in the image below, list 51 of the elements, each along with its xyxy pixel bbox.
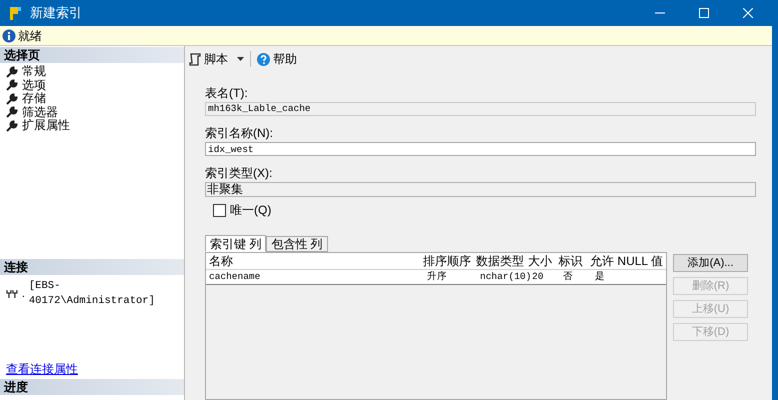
table-name-field: mh163k_Lable_cache [205, 102, 756, 116]
wrench-icon [6, 66, 18, 78]
script-button[interactable]: 脚本 [189, 50, 228, 68]
table-cell-text: 否 [562, 270, 574, 284]
column-header: 允许 NULL 值 [589, 253, 664, 269]
app-logo-icon [8, 5, 22, 21]
grid-action-button[interactable]: 添加(A)... [673, 254, 748, 272]
status-text: 就绪 [18, 28, 42, 44]
table-cell-text: 是 [594, 270, 606, 284]
column-header: 大小 [527, 253, 554, 269]
checkbox-label: 唯一(Q) [230, 202, 272, 219]
page-item[interactable]: 筛选器 [6, 106, 184, 119]
wrench-icon [6, 120, 18, 132]
index-name-field[interactable]: idx_west [205, 142, 756, 156]
page-item[interactable]: 选项 [6, 78, 184, 92]
wrench-icon [6, 106, 18, 118]
column-header: 标识 [558, 253, 584, 269]
dropdown-caret-icon[interactable] [237, 57, 244, 61]
close-icon [743, 8, 753, 18]
info-icon [2, 28, 16, 42]
connection-separator: . [22, 287, 25, 302]
help-button[interactable]: 帮助 [257, 50, 297, 68]
index-type-dropdown[interactable]: 非聚集 [205, 182, 756, 197]
field-label: 索引类型(X): [205, 166, 274, 180]
field-label: 索引名称(N): [205, 126, 274, 140]
section-header: 选择页 [0, 47, 184, 63]
field-label: 表名(T): [205, 86, 249, 100]
section-header: 连接 [0, 258, 184, 274]
table-cell-text: nchar(10) [479, 270, 529, 284]
script-icon [189, 52, 201, 66]
table-cell-text: 20 [531, 270, 544, 284]
connection-text: [EBS-40172\Administrator] [28, 278, 156, 310]
help-icon [257, 52, 270, 66]
section-header: 进度 [0, 379, 184, 395]
column-header: 排序顺序 [422, 253, 472, 269]
tab[interactable]: 包含性 列 [266, 236, 328, 252]
tab[interactable]: 索引键 列 [205, 235, 266, 252]
window-title: 新建索引 [30, 4, 82, 22]
wrench-icon [6, 79, 18, 92]
unique-checkbox[interactable] [213, 204, 226, 216]
table-cell-text: cachename [208, 270, 262, 284]
plug-icon [6, 289, 18, 300]
page-item[interactable]: 常规 [6, 65, 184, 78]
wrench-icon [6, 92, 18, 105]
table-cell-text: 升序 [426, 270, 448, 284]
column-header: 数据类型 [475, 253, 526, 269]
page-item[interactable]: 扩展属性 [6, 119, 184, 132]
column-header: 名称 [208, 253, 234, 269]
connection-properties-link[interactable]: 查看连接属性 [0, 362, 184, 376]
maximize-icon [699, 8, 709, 18]
page-item[interactable]: 存储 [6, 92, 184, 106]
